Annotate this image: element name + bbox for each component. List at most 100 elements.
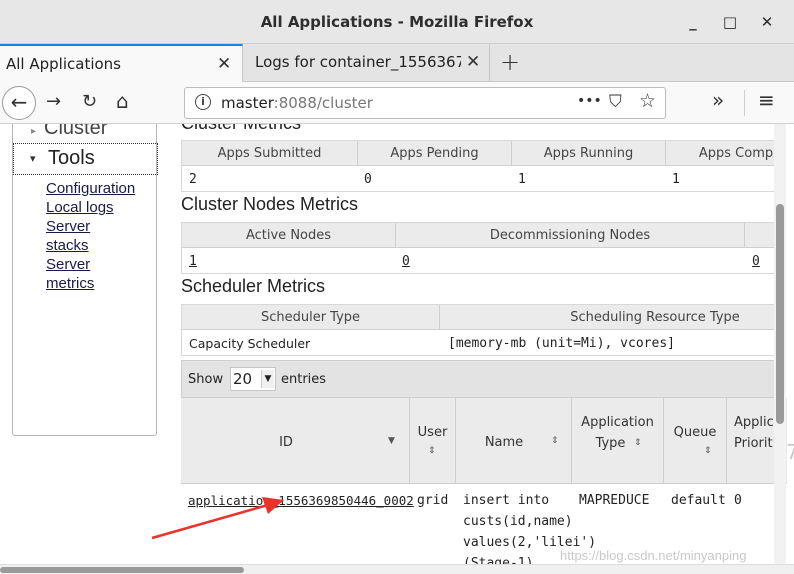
col-active-nodes: Active Nodes <box>245 228 332 243</box>
page-actions-icon[interactable]: ••• <box>577 93 602 109</box>
cluster-metrics-heading: Cluster Metrics <box>181 124 301 134</box>
app-name-line: custs(id,name) <box>463 514 573 529</box>
application-id-link[interactable]: application_1556369850446_0002 <box>188 490 414 511</box>
url-host: master <box>221 94 274 112</box>
minimize-button[interactable]: _ <box>683 12 703 32</box>
scheduler-metrics-heading: Scheduler Metrics <box>181 276 326 296</box>
app-priority: 0 <box>734 493 742 508</box>
pocket-icon[interactable]: ⛉ <box>609 92 622 112</box>
horizontal-scrollbar[interactable] <box>0 564 794 574</box>
reload-icon[interactable]: ↻ <box>82 91 97 112</box>
app-name-line: insert into <box>463 493 550 508</box>
header-application-type-label-2: Type <box>595 436 626 451</box>
scheduler-metrics-table: Scheduler Type Scheduling Resource Type … <box>181 304 781 356</box>
url-path: :8088/cluster <box>273 94 373 112</box>
app-type: MAPREDUCE <box>579 493 650 508</box>
expanded-triangle-icon: ▾ <box>30 152 36 165</box>
vertical-scrollbar[interactable] <box>774 124 786 564</box>
sidebar-link-server-metrics[interactable]: Server metrics <box>46 255 106 293</box>
header-id-label: ID <box>279 435 293 450</box>
apps-submitted-value: 2 <box>189 172 197 187</box>
entries-selected-value: 20 <box>233 370 253 388</box>
close-window-button[interactable]: ✕ <box>757 12 777 32</box>
col-decommissioning-nodes: Decommissioning Nodes <box>489 228 651 243</box>
header-application-type-label-1: Application <box>581 415 654 430</box>
page-content: ▸ Cluster ▾ Tools Configuration Local log… <box>0 124 794 564</box>
maximize-button[interactable]: □ <box>720 12 740 32</box>
horizontal-scroll-thumb[interactable] <box>0 567 244 573</box>
sidebar-link-local-logs[interactable]: Local logs <box>46 198 156 217</box>
header-queue-label: Queue <box>673 425 717 440</box>
sidebar-tools-label: Tools <box>48 147 95 169</box>
collapsed-triangle-icon: ▸ <box>31 126 37 137</box>
active-nodes-value[interactable]: 1 <box>189 254 197 269</box>
col-separator <box>744 223 745 248</box>
apps-running-value: 1 <box>518 172 526 187</box>
sort-icon: ⇕ <box>704 446 712 456</box>
header-name[interactable]: Name ⇕ <box>456 398 572 484</box>
tab-close-icon[interactable]: ✕ <box>217 54 231 74</box>
sidebar-link-server-stacks[interactable]: Server stacks <box>46 217 106 255</box>
header-user-label: User <box>417 425 448 440</box>
apps-completed-value: 1 <box>672 172 680 187</box>
sidebar-cluster-label: Cluster <box>44 124 108 139</box>
cluster-metrics-table: Apps Submitted Apps Pending Apps Running… <box>181 140 781 192</box>
window-titlebar: All Applications - Mozilla Firefox _ □ ✕ <box>0 0 794 44</box>
apps-pending-value: 0 <box>364 172 372 187</box>
overflow-icon[interactable]: » <box>712 88 724 112</box>
col-apps-running: Apps Running <box>543 146 634 161</box>
tab-all-applications[interactable]: All Applications ✕ <box>0 44 243 82</box>
app-user: grid <box>417 493 449 508</box>
header-user[interactable]: User ⇕ <box>410 398 456 484</box>
applications-table: ID ▼ User ⇕ Name ⇕ Application Type ⇕ Qu… <box>181 398 787 564</box>
header-application-type[interactable]: Application Type ⇕ <box>572 398 664 484</box>
nav-divider <box>744 90 745 116</box>
vertical-scroll-thumb[interactable] <box>776 204 784 424</box>
col-apps-submitted: Apps Submitted <box>217 146 322 161</box>
window-title: All Applications - Mozilla Firefox <box>260 13 534 31</box>
table-header-row: Active Nodes Decommissioning Nodes <box>182 223 780 248</box>
decommissioning-nodes-value[interactable]: 0 <box>402 254 410 269</box>
tab-close-icon[interactable]: ✕ <box>466 52 480 72</box>
url-bar[interactable]: i master:8088/cluster ••• ⛉ ☆ <box>184 87 666 119</box>
back-icon[interactable]: ← <box>2 86 36 120</box>
tab-container-logs[interactable]: Logs for container_15563672 ✕ <box>244 44 490 82</box>
nav-bar: ← → ↻ ⌂ i master:8088/cluster ••• ⛉ ☆ » … <box>0 82 794 124</box>
sidebar-tools-header[interactable]: ▾ Tools <box>13 143 158 175</box>
sidebar: ▸ Cluster ▾ Tools Configuration Local log… <box>12 124 158 436</box>
sort-icon: ⇕ <box>634 438 642 448</box>
new-tab-button[interactable]: + <box>500 48 520 76</box>
app-queue: default <box>671 493 726 508</box>
home-icon[interactable]: ⌂ <box>116 89 129 113</box>
scheduling-resource-type-value: [memory-mb (unit=Mi), vcores] <box>448 336 675 351</box>
header-id[interactable]: ID ▼ <box>181 398 410 484</box>
forward-icon[interactable]: → <box>46 91 61 112</box>
edge-glyph: 7 <box>786 440 794 464</box>
sidebar-tools-links: Configuration Local logs Server stacks S… <box>46 179 156 293</box>
scheduler-type-value: Capacity Scheduler <box>189 336 311 351</box>
col-scheduling-resource-type: Scheduling Resource Type <box>570 310 740 325</box>
show-label: Show <box>188 372 224 387</box>
entries-label: entries <box>281 372 327 387</box>
hamburger-menu-icon[interactable]: ≡ <box>758 88 775 112</box>
header-name-label: Name <box>484 435 524 450</box>
dropdown-arrow-icon: ▼ <box>261 370 274 388</box>
nodes-metrics-heading: Cluster Nodes Metrics <box>181 194 359 214</box>
sidebar-link-configuration[interactable]: Configuration <box>46 179 156 198</box>
col-apps-pending: Apps Pending <box>390 146 479 161</box>
tab-label: Logs for container_15563672 <box>255 53 461 71</box>
decommissioned-nodes-value[interactable]: 0 <box>752 254 760 269</box>
sort-icon: ⇕ <box>428 446 436 456</box>
entries-toolbar: Show 20 ▼ entries <box>181 360 781 398</box>
table-header-row: Apps Submitted Apps Pending Apps Running… <box>182 141 780 166</box>
header-queue[interactable]: Queue ⇕ <box>664 398 727 484</box>
sidebar-cluster-link[interactable]: ▸ Cluster <box>31 124 107 140</box>
info-icon[interactable]: i <box>195 94 211 110</box>
entries-per-page-select[interactable]: 20 ▼ <box>230 367 276 391</box>
col-scheduler-type: Scheduler Type <box>260 310 361 325</box>
watermark-text: https://blog.csdn.net/minyanping <box>560 548 747 563</box>
tab-bar: All Applications ✕ Logs for container_15… <box>0 44 794 82</box>
url-text[interactable]: master:8088/cluster <box>221 94 373 112</box>
sort-desc-icon: ▼ <box>388 436 395 446</box>
bookmark-star-icon[interactable]: ☆ <box>639 90 656 112</box>
